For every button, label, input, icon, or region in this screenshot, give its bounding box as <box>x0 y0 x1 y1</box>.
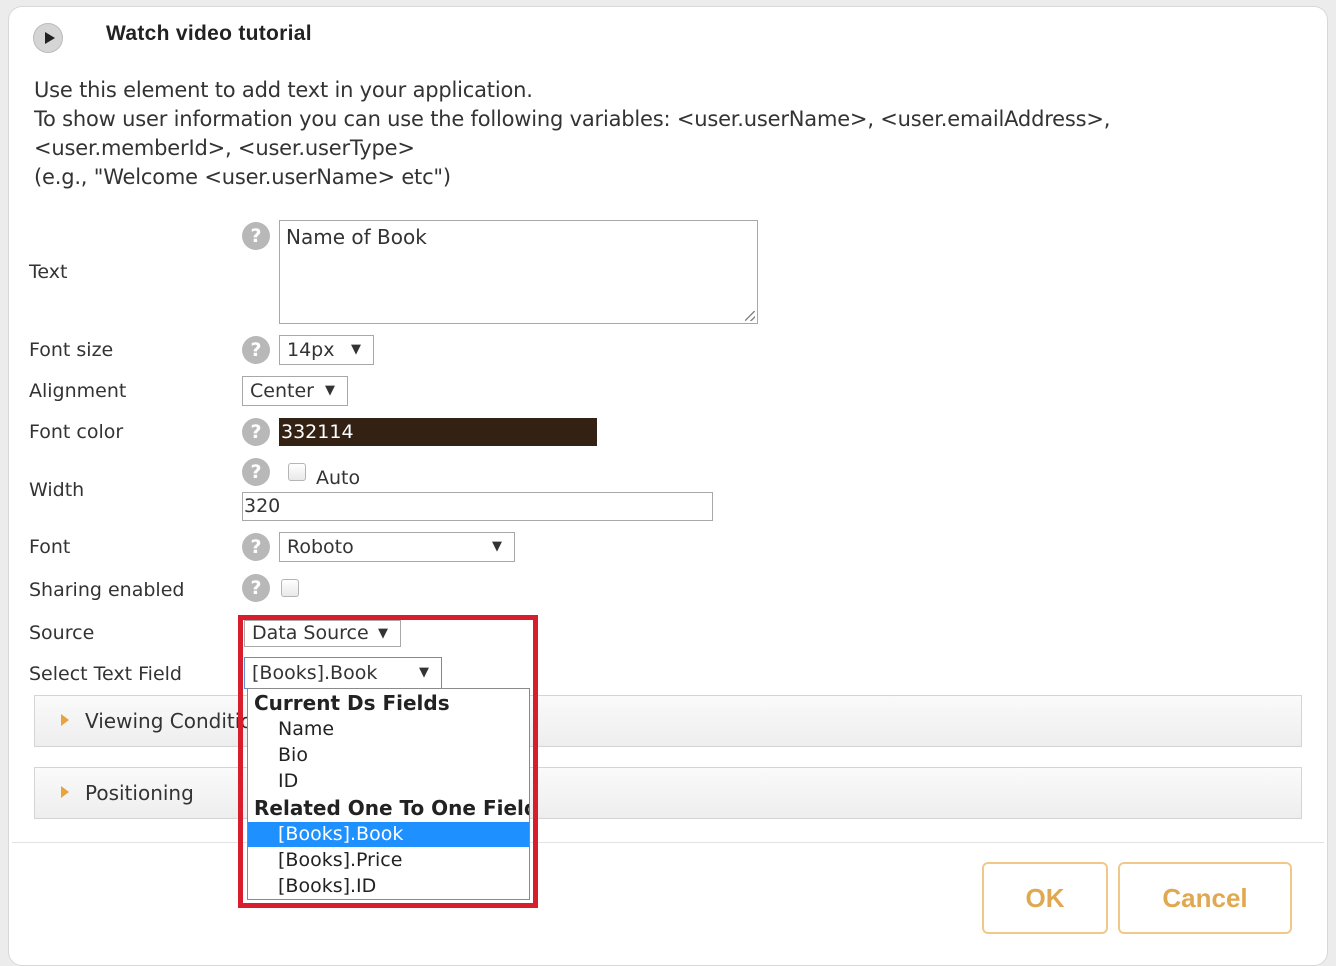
chevron-down-icon: ▼ <box>351 342 361 357</box>
sharing-label: Sharing enabled <box>29 579 185 601</box>
dropdown-option[interactable]: Name <box>248 717 529 742</box>
dropdown-option[interactable]: ID <box>248 769 529 794</box>
font-label: Font <box>29 536 71 558</box>
font-help-icon[interactable]: ? <box>242 533 270 561</box>
description-line-4: (e.g., "Welcome <user.userName> etc") <box>34 165 451 189</box>
resize-grip-icon[interactable] <box>745 311 755 321</box>
select-text-field-select[interactable]: [Books].Book ▼ <box>244 657 442 689</box>
text-label: Text <box>29 261 68 283</box>
text-input[interactable]: Name of Book <box>279 220 758 324</box>
source-label: Source <box>29 622 95 644</box>
ok-button[interactable]: OK <box>982 862 1108 934</box>
dropdown-option-selected[interactable]: [Books].Book <box>248 822 529 847</box>
font-size-select[interactable]: 14px ▼ <box>279 335 374 365</box>
source-value: Data Source <box>252 622 369 644</box>
width-input[interactable]: 320 <box>242 492 713 521</box>
font-size-help-icon[interactable]: ? <box>242 336 270 364</box>
footer-divider <box>12 842 1324 843</box>
text-field-dropdown-list: Current Ds Fields Name Bio ID Related On… <box>247 688 530 900</box>
width-help-icon[interactable]: ? <box>242 458 270 486</box>
font-size-label: Font size <box>29 339 114 361</box>
expand-arrow-icon <box>61 786 69 798</box>
dropdown-option[interactable]: [Books].Price <box>248 848 529 873</box>
expand-arrow-icon <box>61 714 69 726</box>
chevron-down-icon: ▼ <box>378 626 388 641</box>
font-select[interactable]: Roboto ▼ <box>279 532 515 562</box>
play-icon[interactable] <box>33 23 63 53</box>
select-text-field-value: [Books].Book <box>252 662 378 684</box>
font-color-label: Font color <box>29 421 124 443</box>
text-input-value: Name of Book <box>286 225 427 249</box>
source-select[interactable]: Data Source ▼ <box>244 620 401 647</box>
description-line-3: <user.memberId>, <user.userType> <box>34 136 415 160</box>
text-help-icon[interactable]: ? <box>242 222 270 250</box>
positioning-title: Positioning <box>85 781 194 805</box>
font-color-input[interactable]: 332114 <box>279 418 597 446</box>
positioning-section[interactable]: Positioning <box>34 767 1302 819</box>
watch-tutorial-link[interactable]: Watch video tutorial <box>106 22 312 46</box>
alignment-label: Alignment <box>29 380 127 402</box>
select-text-field-label: Select Text Field <box>29 663 182 685</box>
dropdown-option[interactable]: [Books].ID <box>248 874 529 899</box>
description-line-2: To show user information you can use the… <box>34 107 1111 131</box>
width-auto-label: Auto <box>316 467 361 489</box>
sharing-checkbox[interactable] <box>281 579 299 597</box>
sharing-help-icon[interactable]: ? <box>242 574 270 602</box>
font-color-help-icon[interactable]: ? <box>242 418 270 446</box>
chevron-down-icon: ▼ <box>325 383 335 398</box>
alignment-value: Center <box>250 380 314 402</box>
dropdown-option[interactable]: Bio <box>248 743 529 768</box>
alignment-select[interactable]: Center ▼ <box>242 376 348 406</box>
dropdown-group-label: Current Ds Fields <box>254 691 450 715</box>
description-line-1: Use this element to add text in your app… <box>34 78 533 102</box>
chevron-down-icon: ▼ <box>492 539 502 554</box>
font-value: Roboto <box>287 536 354 558</box>
viewing-conditions-section[interactable]: Viewing Conditions <box>34 695 1302 747</box>
font-size-value: 14px <box>287 339 335 361</box>
width-auto-checkbox[interactable] <box>288 463 306 481</box>
chevron-down-icon: ▼ <box>419 665 429 680</box>
dropdown-group-label: Related One To One Fields <box>254 796 530 820</box>
width-label: Width <box>29 479 85 501</box>
cancel-button[interactable]: Cancel <box>1118 862 1292 934</box>
